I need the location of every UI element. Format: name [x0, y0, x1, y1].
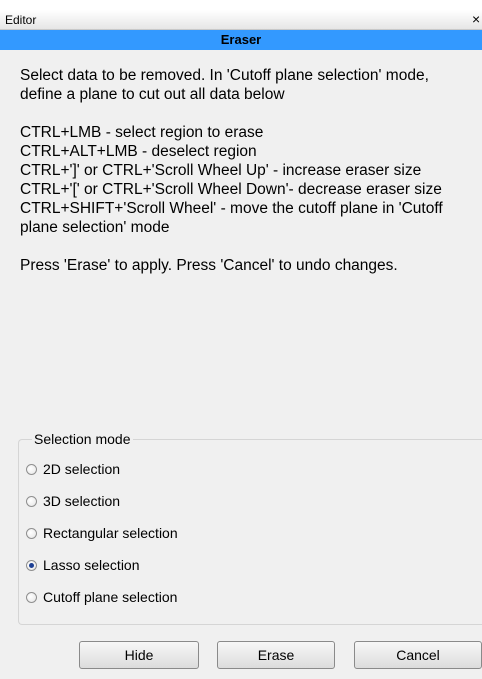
radio-button-icon[interactable]: [26, 591, 37, 603]
shortcut-line: CTRL+LMB - select region to erase: [20, 124, 264, 141]
radio-label: Lasso selection: [43, 557, 140, 573]
shortcut-line: CTRL+'[' or CTRL+'Scroll Wheel Down'- de…: [20, 181, 442, 198]
radio-2d-selection[interactable]: 2D selection: [26, 459, 120, 479]
close-icon[interactable]: ×: [472, 11, 482, 27]
hide-button[interactable]: Hide: [79, 641, 199, 669]
shortcut-line: CTRL+SHIFT+'Scroll Wheel' - move the cut…: [20, 200, 443, 236]
intro-text: Select data to be removed. In 'Cutoff pl…: [20, 67, 429, 103]
shortcut-line: CTRL+']' or CTRL+'Scroll Wheel Up' - inc…: [20, 162, 422, 179]
radio-cutoff-plane-selection[interactable]: Cutoff plane selection: [26, 587, 177, 607]
radio-label: Cutoff plane selection: [43, 589, 178, 605]
radio-3d-selection[interactable]: 3D selection: [26, 491, 120, 511]
panel-header: Eraser: [0, 30, 482, 50]
radio-label: Rectangular selection: [43, 525, 178, 541]
erase-button[interactable]: Erase: [217, 641, 335, 669]
radio-label: 2D selection: [43, 461, 121, 477]
shortcut-line: CTRL+ALT+LMB - deselect region: [20, 143, 257, 160]
radio-button-icon[interactable]: [26, 463, 37, 475]
editor-window: Editor × Eraser Select data to be remove…: [0, 10, 482, 679]
selection-mode-label: Selection mode: [32, 431, 133, 447]
selection-mode-group: Selection mode 2D selection 3D selection…: [18, 431, 482, 625]
window-title: Editor: [5, 13, 37, 27]
radio-label: 3D selection: [43, 493, 121, 509]
radio-button-icon[interactable]: [26, 495, 37, 507]
cancel-button[interactable]: Cancel: [354, 641, 482, 669]
instructions-text: Select data to be removed. In 'Cutoff pl…: [20, 66, 475, 275]
shortcut-list: CTRL+LMB - select region to erase CTRL+A…: [20, 123, 475, 237]
radio-button-icon[interactable]: [26, 527, 37, 539]
radio-lasso-selection[interactable]: Lasso selection: [26, 555, 140, 575]
radio-rectangular-selection[interactable]: Rectangular selection: [26, 523, 178, 543]
radio-button-checked-icon[interactable]: [26, 559, 37, 571]
title-bar[interactable]: Editor ×: [0, 10, 482, 30]
footer-text: Press 'Erase' to apply. Press 'Cancel' t…: [20, 257, 398, 274]
